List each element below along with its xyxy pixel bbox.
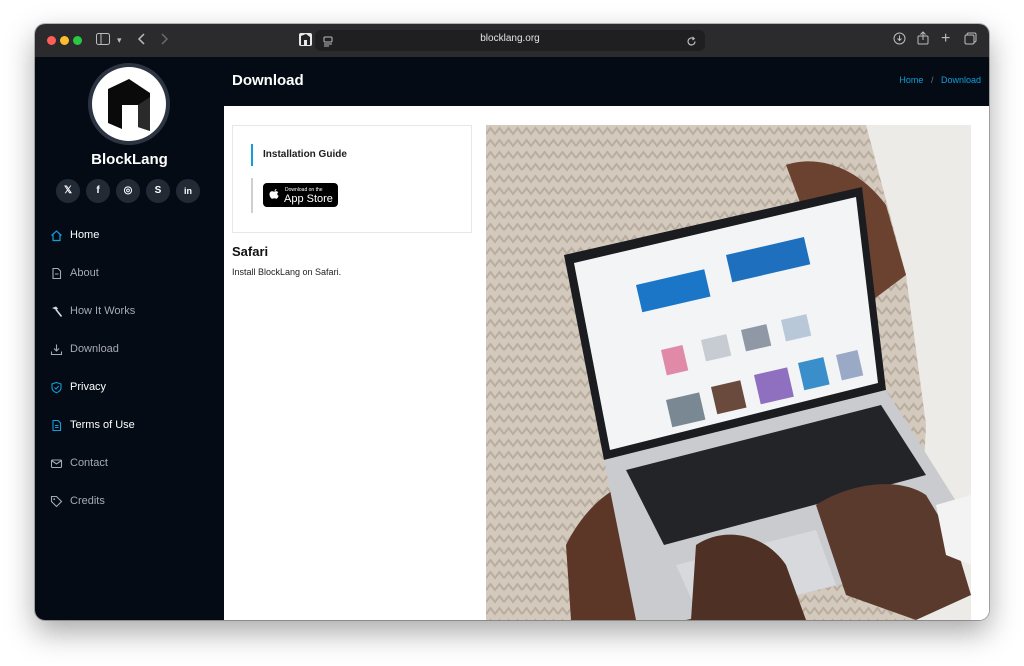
sidebar-item-how-it-works[interactable]: How It Works — [50, 301, 135, 321]
instagram-icon[interactable]: ◎ — [116, 179, 140, 203]
address-bar[interactable]: blocklang.org — [315, 30, 705, 51]
laptop-photo — [486, 125, 971, 620]
sidebar-item-label: Terms of Use — [70, 419, 135, 432]
facebook-icon[interactable]: f — [86, 179, 110, 203]
sidebar-item-privacy[interactable]: Privacy — [50, 377, 106, 397]
zoom-window-button[interactable] — [73, 36, 82, 45]
share-icon[interactable] — [917, 31, 929, 50]
close-window-button[interactable] — [47, 36, 56, 45]
sidebar-toggle-icon[interactable] — [96, 31, 110, 50]
sidebar-item-label: Credits — [70, 495, 105, 508]
apple-icon — [268, 187, 280, 204]
download-icon — [50, 343, 63, 356]
page-title: Download — [232, 72, 304, 89]
breadcrumb: Home / Download — [899, 75, 981, 85]
section-description: Install BlockLang on Safari. — [232, 267, 342, 277]
sidebar-item-label: Download — [70, 343, 119, 356]
tab-overview-icon[interactable] — [964, 31, 977, 50]
back-icon[interactable] — [137, 31, 147, 50]
x-icon[interactable]: 𝕏 — [56, 179, 80, 203]
installation-card: Installation Guide Download on the App S… — [232, 125, 472, 233]
app-store-badge[interactable]: Download on the App Store — [263, 183, 338, 207]
breadcrumb-separator: / — [930, 75, 934, 85]
section-title: Safari — [232, 244, 269, 259]
breadcrumb-home-link[interactable]: Home — [899, 75, 923, 85]
brand-name: BlockLang — [91, 151, 168, 168]
envelope-icon — [50, 457, 63, 470]
page-header: Download Home / Download — [224, 57, 989, 106]
main-content: Installation Guide Download on the App S… — [224, 106, 989, 620]
chevron-down-icon[interactable]: ▾ — [117, 31, 122, 50]
sidebar-item-label: Contact — [70, 457, 108, 470]
sidebar-item-credits[interactable]: Credits — [50, 491, 105, 511]
sidebar-item-home[interactable]: Home — [50, 225, 99, 245]
badge-divider — [251, 178, 253, 213]
sidebar-item-contact[interactable]: Contact — [50, 453, 108, 473]
minimize-window-button[interactable] — [60, 36, 69, 45]
tags-icon — [50, 495, 63, 508]
downloads-icon[interactable] — [893, 31, 906, 50]
sidebar-item-label: Privacy — [70, 381, 107, 394]
browser-window: ▾ blocklang.org + BlockLang 𝕏 f ◎ S in H… — [35, 24, 989, 620]
logo-icon[interactable] — [92, 67, 166, 141]
sidebar-item-label: About — [70, 267, 99, 280]
app-store-text: App Store — [284, 193, 333, 205]
forward-icon[interactable] — [159, 31, 169, 50]
reload-icon[interactable] — [686, 34, 697, 52]
hammer-icon — [50, 305, 63, 318]
house-icon — [50, 229, 63, 242]
skype-icon[interactable]: S — [146, 179, 170, 203]
sidebar-item-about[interactable]: About — [50, 263, 99, 283]
sidebar: BlockLang 𝕏 f ◎ S in Home About How It W… — [35, 57, 224, 620]
shield-icon — [50, 381, 63, 394]
new-tab-icon[interactable]: + — [941, 29, 950, 48]
file-icon — [50, 267, 63, 280]
sidebar-item-download[interactable]: Download — [50, 339, 119, 359]
installation-guide-tab[interactable]: Installation Guide — [251, 144, 347, 166]
sidebar-item-terms[interactable]: Terms of Use — [50, 415, 135, 435]
document-icon — [50, 419, 63, 432]
linkedin-icon[interactable]: in — [176, 179, 200, 203]
sidebar-item-label: Home — [70, 229, 100, 242]
site-favicon-icon — [299, 33, 312, 46]
url-text: blocklang.org — [480, 33, 540, 44]
browser-toolbar: ▾ blocklang.org + — [35, 24, 989, 58]
breadcrumb-current: Download — [940, 75, 981, 85]
sidebar-item-label: How It Works — [70, 305, 136, 318]
